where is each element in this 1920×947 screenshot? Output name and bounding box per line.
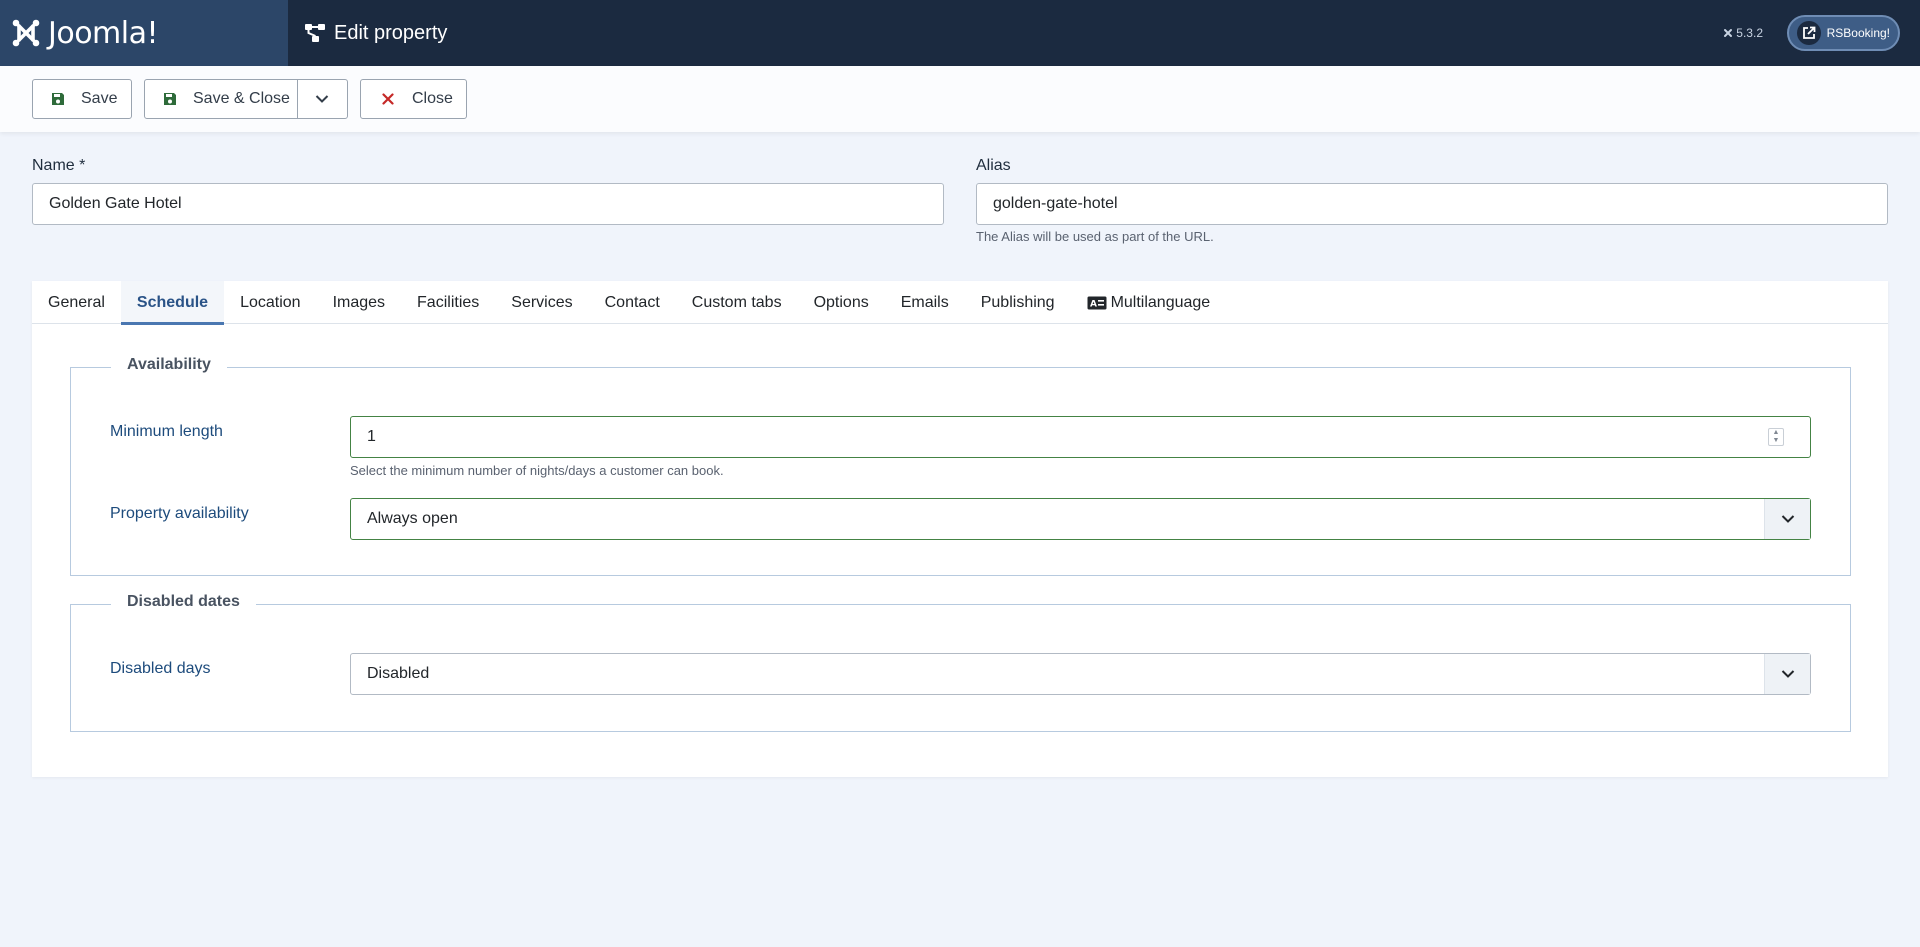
tab-contact[interactable]: Contact [589,281,676,324]
property-availability-label: Property availability [110,505,249,522]
chevron-down-icon [1764,499,1810,539]
chevron-down-icon [1764,654,1810,694]
close-icon [380,91,396,107]
minimum-length-value: 1 [367,428,376,445]
tab-label: Custom tabs [691,293,782,311]
tab-label: Multilanguage [1110,293,1211,311]
joomla-logo-icon [12,19,40,47]
alias-hint: The Alias will be used as part of the UR… [976,229,1214,244]
save-button[interactable]: Save [32,79,132,119]
toolbar: Save Save & Close Close [0,66,1920,132]
stepper-up-icon: ▲ [1772,429,1780,436]
joomla-logo[interactable]: Joomla! [0,0,288,66]
stepper-down-icon: ▼ [1772,437,1780,444]
tab-location[interactable]: Location [224,281,317,324]
tab-schedule[interactable]: Schedule [120,281,225,325]
logo-text: Joomla! [48,15,159,51]
disabled-days-label: Disabled days [110,660,211,677]
joomla-small-icon [1724,29,1733,37]
tab-options[interactable]: Options [798,281,885,324]
alias-label: Alias [976,157,1011,174]
tab-label: Contact [604,293,660,311]
property-availability-value: Always open [367,510,458,527]
number-stepper[interactable]: ▲ ▼ [1768,428,1784,446]
tab-label: General [48,293,105,311]
tab-images[interactable]: Images [317,281,401,324]
alias-field[interactable]: golden-gate-hotel [976,183,1888,225]
availability-fieldset: Availability Minimum length 1 ▲ ▼ Select… [70,356,1851,576]
tab-label: Schedule [136,293,209,311]
floppy-disk-icon [162,91,178,107]
minimum-length-hint: Select the minimum number of nights/days… [350,463,724,478]
tab-custom-tabs[interactable]: Custom tabs [676,281,798,324]
svg-text:A: A [1090,299,1097,309]
top-header: Joomla! Edit property 5.3.2 RSBooking! [0,0,1920,66]
disabled-dates-fieldset: Disabled dates Disabled days Disabled [70,593,1851,732]
site-link-button[interactable]: RSBooking! [1787,15,1900,51]
availability-legend: Availability [111,356,227,374]
version-indicator: 5.3.2 [1723,26,1763,40]
name-label: Name * [32,157,86,174]
property-availability-select[interactable]: Always open [350,498,1811,540]
tab-label: Location [240,293,301,311]
language-card-icon: A [1087,296,1107,309]
tab-label: Services [511,293,573,311]
tab-label: Emails [900,293,949,311]
tab-emails[interactable]: Emails [885,281,965,324]
save-options-dropdown[interactable] [298,80,347,118]
page-title: Edit property [334,21,448,44]
tab-label: Facilities [417,293,480,311]
tab-multilanguage[interactable]: A Multilanguage [1071,281,1227,324]
close-button[interactable]: Close [360,79,467,119]
name-field[interactable]: Golden Gate Hotel [32,183,944,225]
tab-label: Publishing [980,293,1055,311]
property-tabs-card: General Schedule Location Images Facilit… [32,281,1888,777]
tab-general[interactable]: General [32,281,121,324]
save-label: Save [81,90,118,107]
tab-facilities[interactable]: Facilities [401,281,495,324]
property-tree-icon [305,24,325,42]
tab-bar: General Schedule Location Images Facilit… [32,281,1888,325]
tab-publishing[interactable]: Publishing [965,281,1071,324]
save-close-group: Save & Close [144,79,348,119]
disabled-days-select[interactable]: Disabled [350,653,1811,695]
disabled-dates-legend: Disabled dates [111,593,256,611]
chevron-down-icon [316,95,329,103]
tab-label: Images [332,293,386,311]
minimum-length-input[interactable]: 1 ▲ ▼ [350,416,1811,458]
tab-label: Options [813,293,869,311]
save-close-label: Save & Close [193,90,290,107]
disabled-days-value: Disabled [367,665,430,682]
external-link-icon [1797,21,1821,45]
floppy-disk-icon [50,91,66,107]
version-text: 5.3.2 [1736,26,1763,40]
minimum-length-label: Minimum length [110,423,223,440]
save-close-button[interactable]: Save & Close [145,80,298,118]
alias-value: golden-gate-hotel [993,195,1118,212]
site-link-label: RSBooking! [1826,26,1890,40]
name-value: Golden Gate Hotel [49,195,182,212]
tab-services[interactable]: Services [495,281,588,324]
close-label: Close [412,90,453,107]
